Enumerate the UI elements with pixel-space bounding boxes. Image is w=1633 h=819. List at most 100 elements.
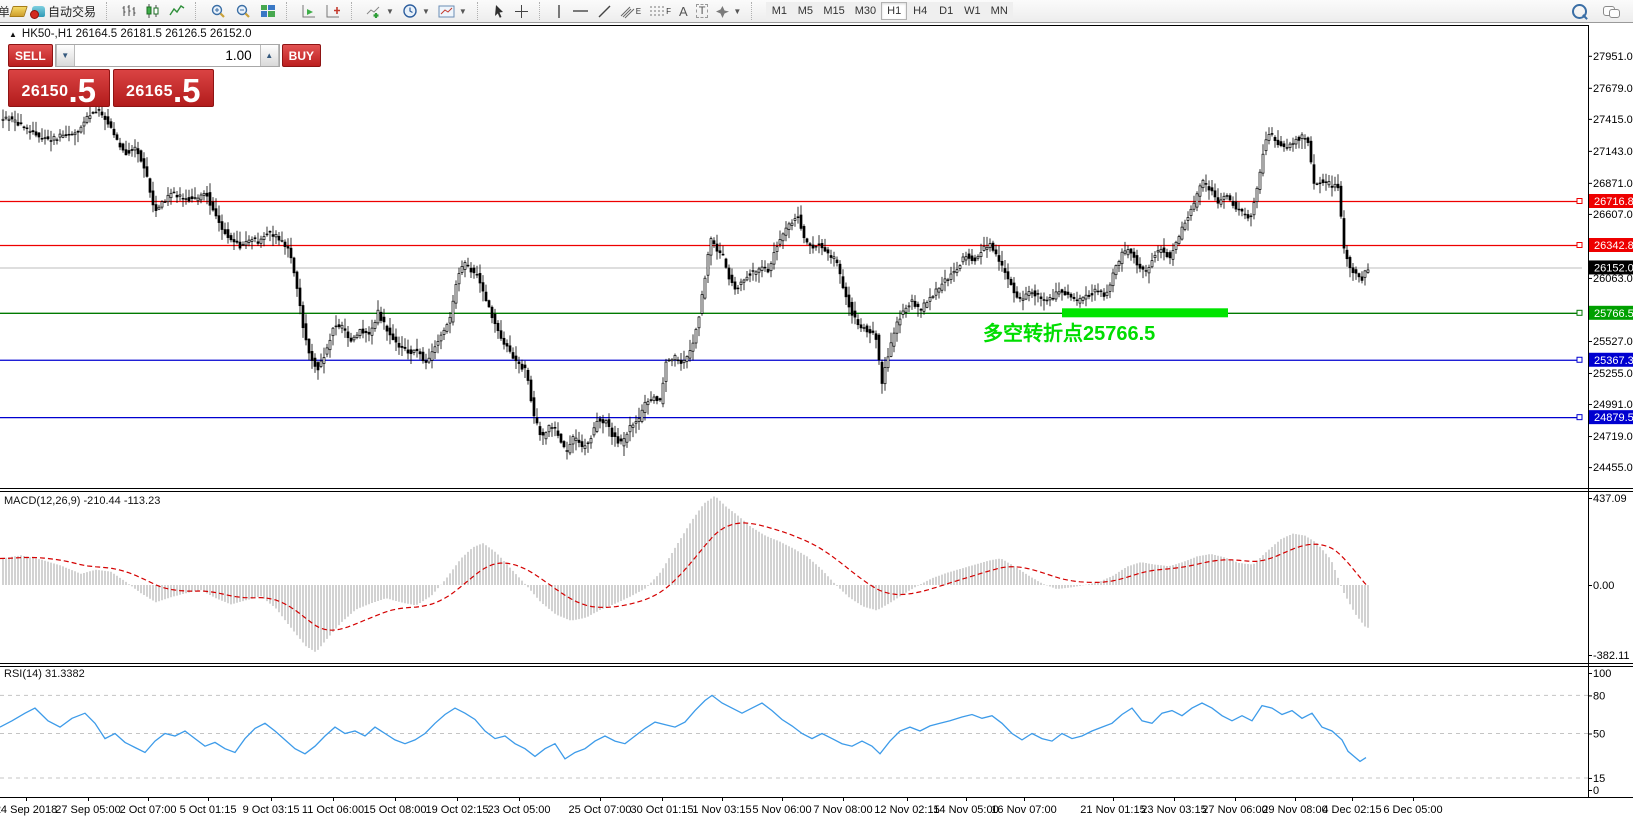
- level-price-label: 26342.8: [1594, 240, 1633, 252]
- turning-point-highlight[interactable]: [1062, 308, 1228, 318]
- time-tick-label: 21 Nov 01:15: [1080, 804, 1145, 816]
- time-tick-label: 11 Oct 06:00: [302, 804, 364, 816]
- text-tool-button[interactable]: A: [675, 1, 692, 21]
- price-tick-label: 27951.0: [1593, 51, 1633, 63]
- candlestick-chart-button[interactable]: [141, 1, 165, 21]
- macd-indicator-label: MACD(12,26,9) -210.44 -113.23: [4, 495, 161, 507]
- equidistant-channel-tool-button[interactable]: E: [616, 1, 645, 21]
- price-tick-label: 25527.0: [1593, 336, 1633, 348]
- cursor-tool-button[interactable]: [488, 1, 510, 21]
- templates-button[interactable]: ▼: [434, 1, 471, 21]
- timeframe-bar: M1 M5 M15 M30 H1 H4 D1 W1 MN: [766, 2, 1013, 20]
- search-icon[interactable]: [1572, 3, 1587, 19]
- chart-title: HK50-,H1 26164.5 26181.5 26126.5 26152.0: [21, 28, 252, 40]
- periods-button[interactable]: ▼: [398, 1, 434, 21]
- level-marker[interactable]: [1576, 309, 1583, 316]
- price-tick-label: 24991.0: [1593, 399, 1633, 411]
- one-click-trading-panel: SELL ▼ ▲ BUY 26150 .5 26165 .5: [8, 44, 322, 107]
- macd-pane: 437.09 0.00 -382.11: [0, 493, 1630, 662]
- level-marker[interactable]: [1576, 242, 1583, 248]
- trendline-tool-button[interactable]: [593, 1, 616, 21]
- text-label-tool-button[interactable]: T: [692, 1, 713, 21]
- toolbar-separator: [351, 2, 358, 20]
- arrows-tool-button[interactable]: ▼: [712, 1, 745, 21]
- time-tick-label: 19 Oct 02:15: [426, 804, 489, 816]
- time-tick-label: 9 Oct 03:15: [243, 804, 300, 816]
- fibonacci-tool-letter: F: [666, 6, 672, 16]
- time-tick-label: 16 Nov 07:00: [991, 804, 1056, 816]
- level-price-label: 26152.0: [1594, 262, 1633, 274]
- buy-button[interactable]: BUY: [281, 44, 322, 67]
- time-tick-label: 1 Nov 03:15: [692, 804, 751, 816]
- time-tick-label: 4 Dec 02:15: [1322, 804, 1381, 816]
- chat-icon[interactable]: [1603, 5, 1620, 18]
- price-tick-label: 27679.0: [1593, 83, 1633, 95]
- timeframe-button-M5[interactable]: M5: [792, 2, 819, 20]
- rsi-axis-label: 50: [1593, 729, 1605, 741]
- timeframe-button-M15[interactable]: M15: [818, 2, 850, 20]
- triangle-up-icon: ▲: [265, 51, 274, 60]
- zoom-in-button[interactable]: [206, 1, 231, 21]
- timeframe-button-D1[interactable]: D1: [933, 2, 960, 20]
- rsi-line: [0, 694, 1367, 763]
- text-tool-letter: A: [679, 3, 688, 19]
- zoom-out-button[interactable]: [231, 1, 256, 21]
- timeframe-button-W1[interactable]: W1: [959, 2, 986, 20]
- price-tick-label: 25255.0: [1593, 368, 1633, 380]
- chart-shift-button[interactable]: [321, 1, 345, 21]
- crosshair-tool-button[interactable]: [510, 1, 533, 21]
- timeframe-button-H1[interactable]: H1: [881, 2, 908, 20]
- chart-canvas[interactable]: 多空转折点25766.5 27951.0 27679.0 27415.0 27143.0…: [0, 0, 1633, 819]
- price-tick-label: 27143.0: [1593, 146, 1633, 158]
- timeframe-button-M30[interactable]: M30: [849, 2, 882, 20]
- autotrading-icon: [30, 5, 45, 19]
- candles: [1, 101, 1370, 460]
- volume-decrease-button[interactable]: ▼: [55, 45, 75, 66]
- sell-price-main: 26150: [21, 83, 69, 100]
- rsi-axis-label: 0: [1593, 785, 1599, 797]
- volume-increase-button[interactable]: ▲: [259, 45, 279, 66]
- vertical-line-tool-button[interactable]: [550, 1, 568, 21]
- time-tick-label: 5 Oct 01:15: [180, 804, 237, 816]
- sell-button[interactable]: SELL: [8, 44, 53, 67]
- buy-price-main: 26165: [125, 83, 173, 100]
- tile-windows-button[interactable]: [256, 1, 280, 21]
- time-tick-label: 6 Dec 05:00: [1383, 804, 1442, 816]
- level-price-label: 26716.8: [1594, 196, 1633, 208]
- line-chart-button[interactable]: [165, 1, 189, 21]
- fibonacci-tool-button[interactable]: F: [645, 1, 675, 21]
- horizontal-line-tool-button[interactable]: [568, 1, 593, 21]
- indicators-button[interactable]: ▼: [362, 1, 398, 21]
- level-marker[interactable]: [1576, 414, 1583, 421]
- auto-scroll-button[interactable]: [297, 1, 321, 21]
- new-order-button[interactable]: 单: [0, 3, 9, 20]
- time-tick-label: 25 Oct 07:00: [569, 804, 632, 816]
- new-order-icon[interactable]: [9, 5, 28, 17]
- buy-price-box[interactable]: 26165 .5: [112, 69, 214, 107]
- timeframe-button-H4[interactable]: H4: [907, 2, 934, 20]
- toolbar-separator: [751, 2, 758, 20]
- symbol-collapse-icon[interactable]: ▲: [9, 30, 17, 39]
- level-marker[interactable]: [1576, 356, 1583, 363]
- bar-chart-button[interactable]: [117, 1, 141, 21]
- rsi-axis-label: 15: [1593, 773, 1605, 785]
- time-axis: 24 Sep 201827 Sep 05:002 Oct 07:00 5 Oct …: [0, 798, 1443, 816]
- toolbar-separator: [195, 2, 202, 20]
- timeframe-button-M1[interactable]: M1: [766, 2, 793, 20]
- volume-input[interactable]: [74, 45, 260, 66]
- autotrading-label: 自动交易: [48, 4, 97, 19]
- macd-axis-label: 437.09: [1593, 493, 1627, 505]
- sell-price-box[interactable]: 26150 .5: [8, 69, 110, 107]
- chevron-down-icon: ▼: [421, 6, 430, 16]
- time-tick-label: 24 Sep 2018: [0, 804, 57, 816]
- timeframe-button-MN[interactable]: MN: [985, 2, 1013, 20]
- time-tick-label: 27 Nov 06:00: [1202, 804, 1267, 816]
- price-axis: 27951.0 27679.0 27415.0 27143.0 26871.0 26607…: [1588, 51, 1633, 474]
- autotrading-button[interactable]: 自动交易: [28, 1, 100, 21]
- time-tick-label: 30 Oct 01:15: [631, 804, 694, 816]
- chevron-down-icon: ▼: [733, 6, 742, 16]
- time-tick-label: 5 Nov 06:00: [752, 804, 811, 816]
- level-marker[interactable]: [1576, 198, 1583, 204]
- time-tick-label: 15 Oct 08:00: [364, 804, 427, 816]
- rsi-pane: 100 80 50 150: [0, 668, 1611, 797]
